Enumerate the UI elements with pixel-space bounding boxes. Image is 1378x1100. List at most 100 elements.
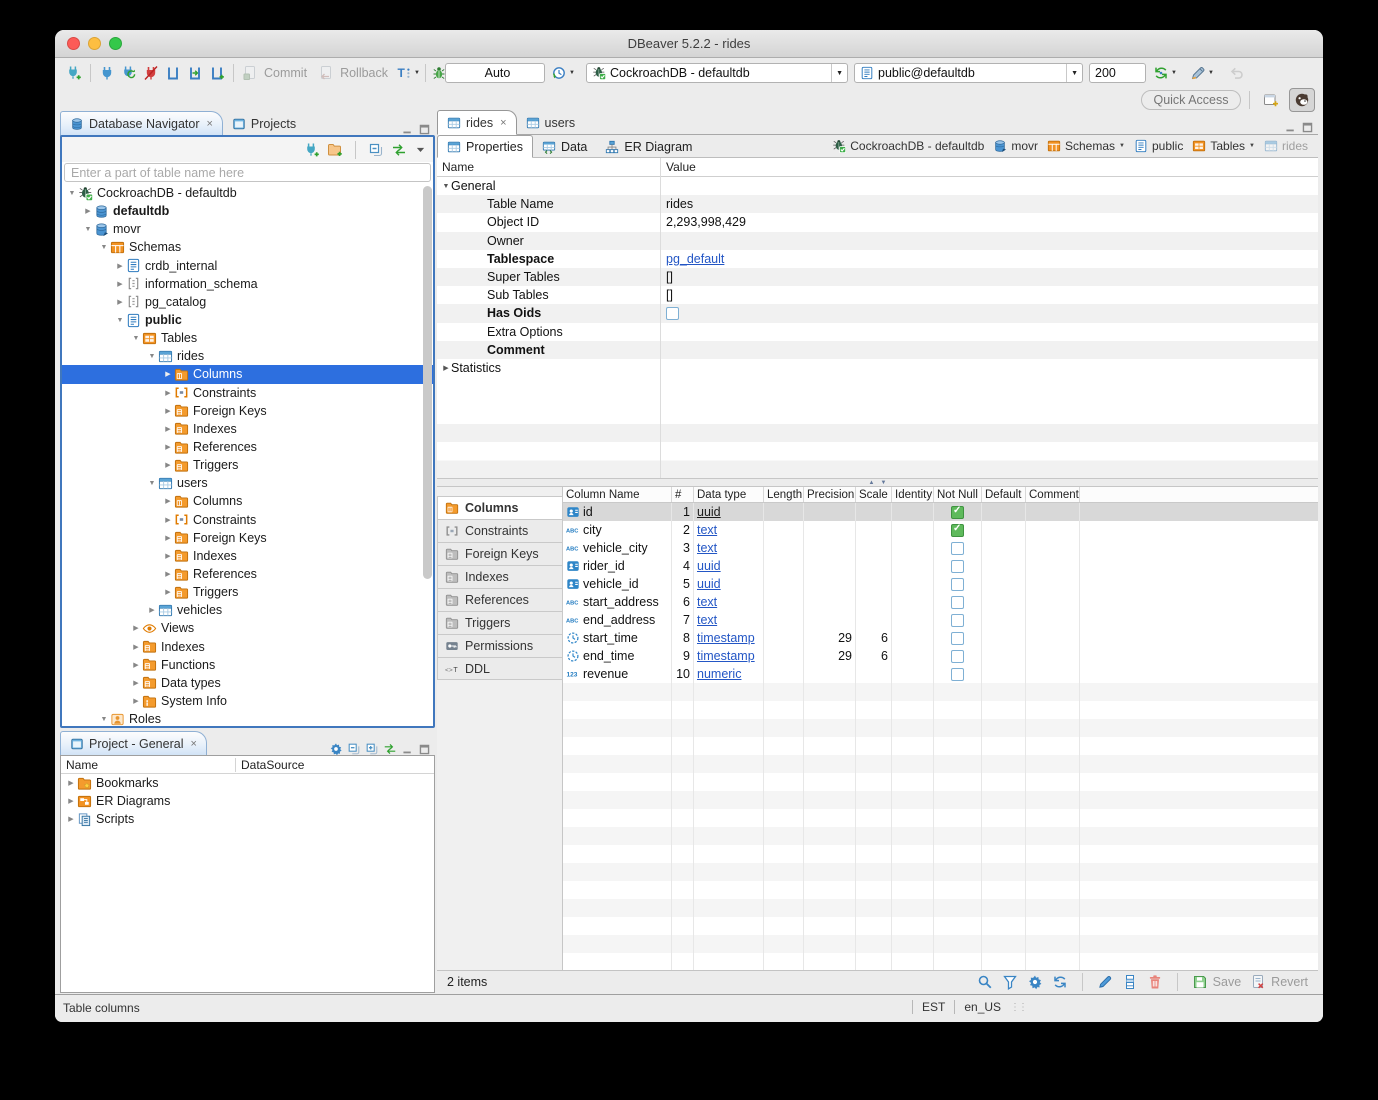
- tree-item-tables[interactable]: ▼Tables: [62, 329, 433, 347]
- property-row-super-tables[interactable]: Super Tables[]: [437, 268, 1318, 286]
- link-with-editor-icon[interactable]: [383, 742, 397, 756]
- project-item-er-diagrams[interactable]: ▶ER Diagrams: [61, 792, 434, 810]
- tree-item-indexes[interactable]: ▶Indexes: [62, 638, 433, 656]
- column-row-end-address[interactable]: ABCend_address7text: [563, 611, 1318, 629]
- property-row-tablespace[interactable]: Tablespacepg_default: [437, 250, 1318, 268]
- column-data-type-link[interactable]: uuid: [697, 505, 721, 519]
- transaction-log-button[interactable]: ▼: [551, 62, 575, 84]
- tree-item-triggers[interactable]: ▶Triggers: [62, 456, 433, 474]
- not-null-checkbox[interactable]: [951, 614, 964, 627]
- column-header-column-name[interactable]: Column Name: [563, 487, 672, 502]
- expand-arrow-icon[interactable]: ▶: [146, 606, 158, 614]
- column-row-vehicle-id[interactable]: vehicle_id5uuid: [563, 575, 1318, 593]
- statusbar-grip[interactable]: ⋮⋮: [1010, 1002, 1026, 1013]
- collapse-arrow-icon[interactable]: ▼: [82, 226, 94, 233]
- not-null-checkbox[interactable]: [951, 542, 964, 555]
- editor-tab-users[interactable]: users: [517, 111, 585, 134]
- expand-arrow-icon[interactable]: ▶: [114, 280, 126, 288]
- tree-item-triggers[interactable]: ▶Triggers: [62, 583, 433, 601]
- refresh-button[interactable]: ▼: [1153, 62, 1177, 84]
- dropdown-arrow-icon[interactable]: ▼: [1249, 143, 1255, 149]
- close-tab-icon[interactable]: ×: [190, 738, 196, 750]
- tree-item-indexes[interactable]: ▶Indexes: [62, 547, 433, 565]
- rollback-button[interactable]: [315, 62, 337, 84]
- view-menu-icon[interactable]: [414, 143, 427, 156]
- splitter-up-icon[interactable]: ▲: [869, 480, 875, 486]
- schema-combo[interactable]: public@defaultdb ▼: [854, 63, 1083, 83]
- expand-arrow-icon[interactable]: ▶: [65, 779, 77, 787]
- tree-scrollbar[interactable]: [423, 186, 432, 724]
- column-header-name[interactable]: Name: [437, 160, 660, 174]
- collapse-arrow-icon[interactable]: ▼: [114, 317, 126, 324]
- tree-item-views[interactable]: ▶Views: [62, 619, 433, 637]
- object-tab-references[interactable]: References: [437, 588, 563, 611]
- not-null-checkbox[interactable]: [951, 560, 964, 573]
- tree-item-indexes[interactable]: ▶Indexes: [62, 420, 433, 438]
- collapse-arrow-icon[interactable]: ▼: [146, 480, 158, 487]
- expand-arrow-icon[interactable]: ▶: [130, 697, 142, 705]
- column-header-precision[interactable]: Precision: [804, 487, 856, 502]
- commit-button[interactable]: [239, 62, 261, 84]
- expand-arrow-icon[interactable]: ▶: [114, 262, 126, 270]
- minimize-panel-icon[interactable]: [401, 743, 414, 756]
- combo-arrow-icon[interactable]: ▼: [831, 64, 847, 82]
- column-row-start-address[interactable]: ABCstart_address6text: [563, 593, 1318, 611]
- breadcrumb-item-cockroachdb-defaultdb[interactable]: CockroachDB - defaultdb: [832, 139, 984, 153]
- column-header-not-null[interactable]: Not Null: [934, 487, 982, 502]
- property-row-owner[interactable]: Owner: [437, 232, 1318, 250]
- combo-arrow-icon[interactable]: ▼: [1066, 64, 1082, 82]
- not-null-checkbox[interactable]: [951, 578, 964, 591]
- tree-item-crdb-internal[interactable]: ▶crdb_internal: [62, 257, 433, 275]
- tree-item-constraints[interactable]: ▶Constraints: [62, 511, 433, 529]
- edit-pencil-icon[interactable]: [1097, 974, 1113, 990]
- not-null-checkbox[interactable]: [951, 506, 964, 519]
- tree-item-users[interactable]: ▼users: [62, 474, 433, 492]
- object-tab-foreign-keys[interactable]: Foreign Keys: [437, 542, 563, 565]
- column-row-city[interactable]: ABCcity2text: [563, 521, 1318, 539]
- expand-arrow-icon[interactable]: ▶: [130, 679, 142, 687]
- revert-label[interactable]: Revert: [1271, 975, 1308, 989]
- column-data-type-link[interactable]: numeric: [697, 667, 741, 681]
- collapse-arrow-icon[interactable]: ▼: [130, 335, 142, 342]
- column-header-identity[interactable]: Identity: [892, 487, 934, 502]
- search-icon[interactable]: [977, 974, 993, 990]
- object-tab-indexes[interactable]: Indexes: [437, 565, 563, 588]
- subtab-er-diagram[interactable]: ER Diagram: [596, 136, 701, 157]
- splitter-down-icon[interactable]: ▼: [881, 480, 887, 486]
- refresh-config-icon[interactable]: [1052, 974, 1068, 990]
- column-data-type-link[interactable]: text: [697, 613, 717, 627]
- new-sql-editor-button[interactable]: [206, 62, 228, 84]
- property-value-link[interactable]: pg_default: [666, 252, 724, 266]
- expand-arrow-icon[interactable]: ▶: [162, 443, 174, 451]
- property-row-sub-tables[interactable]: Sub Tables[]: [437, 286, 1318, 304]
- column-header-length[interactable]: Length: [764, 487, 804, 502]
- new-connection-icon[interactable]: [304, 142, 320, 158]
- maximize-panel-icon[interactable]: [1301, 121, 1314, 134]
- column-row-rider-id[interactable]: rider_id4uuid: [563, 557, 1318, 575]
- expand-arrow-icon[interactable]: ▶: [162, 370, 174, 378]
- object-tab-constraints[interactable]: Constraints: [437, 519, 563, 542]
- minimize-panel-icon[interactable]: [1284, 121, 1297, 134]
- column-header-data-type[interactable]: Data type: [694, 487, 764, 502]
- collapse-arrow-icon[interactable]: ▼: [146, 353, 158, 360]
- tree-item-system-info[interactable]: ▶System Info: [62, 692, 433, 710]
- not-null-checkbox[interactable]: [951, 596, 964, 609]
- quick-access-input[interactable]: [1141, 90, 1241, 110]
- tree-item-information-schema[interactable]: ▶information_schema: [62, 275, 433, 293]
- open-perspective-button[interactable]: [1258, 88, 1284, 112]
- expand-arrow-icon[interactable]: ▶: [65, 815, 77, 823]
- expand-arrow-icon[interactable]: ▶: [162, 389, 174, 397]
- new-folder-icon[interactable]: [327, 142, 343, 158]
- row-editor-icon[interactable]: [1122, 974, 1138, 990]
- tree-item-roles[interactable]: ▼Roles: [62, 710, 433, 726]
- project-item-scripts[interactable]: ▶Scripts: [61, 810, 434, 828]
- property-row-general[interactable]: ▼General: [437, 177, 1318, 195]
- object-tab-triggers[interactable]: Triggers: [437, 611, 563, 634]
- column-header-[interactable]: #: [672, 487, 694, 502]
- dropdown-arrow-icon[interactable]: ▼: [1119, 143, 1125, 149]
- undo-button[interactable]: [1226, 62, 1248, 84]
- close-tab-icon[interactable]: ×: [500, 117, 506, 129]
- open-sql-console-button[interactable]: [184, 62, 206, 84]
- column-header-comment[interactable]: Comment: [1026, 487, 1080, 502]
- maximize-panel-icon[interactable]: [418, 743, 431, 756]
